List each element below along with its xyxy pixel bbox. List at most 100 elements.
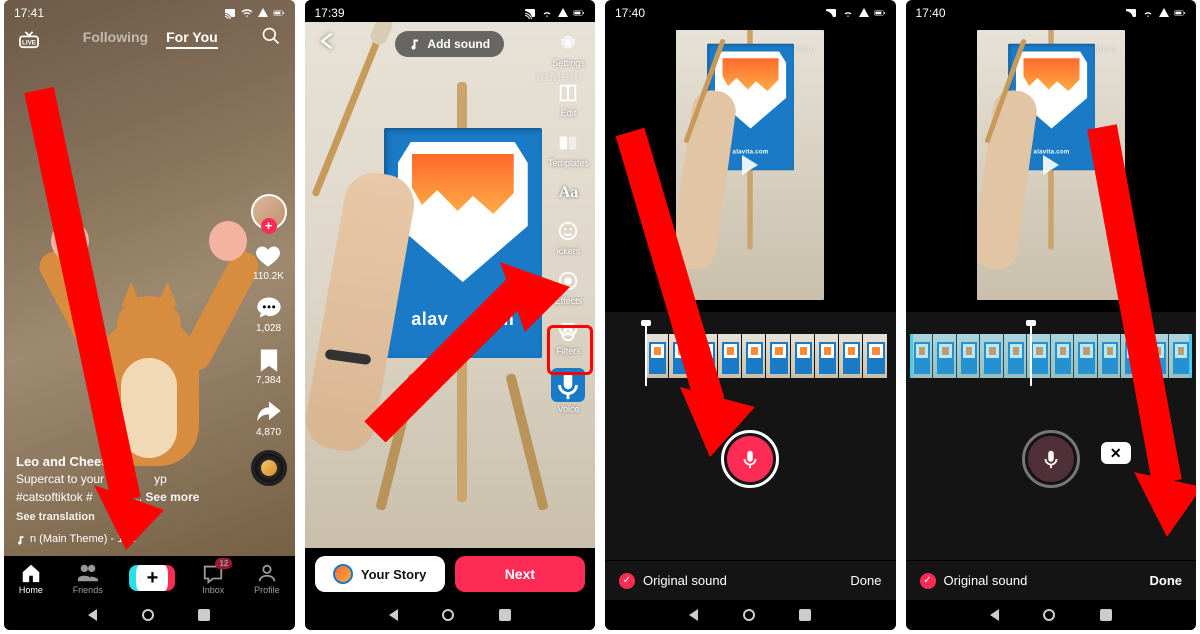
annotation-highlight [547,325,593,375]
your-story-button[interactable]: Your Story [315,556,445,592]
nav-recent[interactable] [499,609,511,621]
like-count: 110.2K [253,271,284,282]
live-icon[interactable]: LIVE [18,31,40,47]
tab-inbox[interactable]: Inbox 12 [202,562,224,595]
play-icon [1043,155,1059,175]
status-bar: 17:40 [906,0,1197,22]
record-button[interactable] [1022,430,1080,488]
see-more[interactable]: See more [145,490,199,504]
android-nav [4,600,295,630]
signal-icon [558,8,568,17]
like-button[interactable]: 110.2K [253,242,284,282]
status-bar: 17:40 [605,0,896,22]
wifi-icon [241,7,253,19]
check-icon: ✓ [619,573,635,589]
username[interactable]: Leo and Cheeto [16,453,215,472]
status-bar: 17:41 [4,0,295,22]
android-nav [605,600,896,630]
nav-home[interactable] [743,609,755,621]
signal-icon [258,8,268,17]
nav-back[interactable] [689,609,698,621]
battery-icon [874,7,886,19]
screen-editor: 17:39 Add sound inMelo a [305,0,596,630]
cast-icon [825,7,837,19]
tool-edit[interactable]: Edit [555,80,581,118]
nav-recent[interactable] [1100,609,1112,621]
comment-button[interactable]: 1,028 [255,294,283,334]
nav-back[interactable] [990,609,999,621]
tab-following[interactable]: Following [83,29,148,49]
wifi-icon [842,7,854,19]
back-button[interactable] [315,30,337,57]
original-sound-toggle[interactable]: ✓ Original sound [619,573,727,589]
tab-home[interactable]: Home [19,562,43,595]
tool-templates[interactable]: Templates [548,130,589,168]
next-button[interactable]: Next [455,556,585,592]
voice-editor: ✕ [906,312,1197,560]
record-button[interactable] [721,430,779,488]
author-avatar[interactable] [251,194,287,230]
tab-foryou[interactable]: For You [166,29,218,49]
timeline[interactable] [645,334,888,378]
screen-feed: 17:41 LIVE Following For You [4,0,295,630]
action-rail: 110.2K 1,028 7,384 4,870 [251,194,287,486]
caption[interactable]: Supercat to your res yp #catsoftiktok # … [16,471,215,506]
battery-icon [573,7,585,19]
android-nav [305,600,596,630]
tool-text[interactable]: Aa [555,180,581,206]
search-icon[interactable] [261,26,281,51]
clock: 17:40 [615,6,645,20]
video-feed-content[interactable]: 17:41 LIVE Following For You [4,0,295,556]
comment-count: 1,028 [256,323,281,334]
nav-home[interactable] [142,609,154,621]
preview-thumb[interactable]: inMelo alavita.com [676,30,824,300]
nav-back[interactable] [389,609,398,621]
done-button[interactable]: Done [850,573,881,588]
nav-home[interactable] [442,609,454,621]
battery-icon [273,7,285,19]
battery-icon [1174,7,1186,19]
svg-text:LIVE: LIVE [22,39,36,46]
clock: 17:41 [14,6,44,20]
nav-recent[interactable] [198,609,210,621]
video-preview: inMelo alavita.com [605,22,896,312]
clock: 17:40 [916,6,946,20]
save-button[interactable]: 7,384 [255,346,283,386]
status-bar: 17:39 [305,0,596,22]
voice-bottom-bar: ✓ Original sound Done [605,560,896,600]
sound-marquee[interactable]: n (Main Theme) - 101 [16,532,215,548]
video-preview: inMelo alavita.com [906,22,1197,312]
tab-friends[interactable]: Friends [73,562,103,595]
preview-thumb[interactable]: inMelo alavita.com [977,30,1125,300]
sound-disc[interactable] [251,450,287,486]
voice-editor [605,312,896,560]
editor-preview[interactable]: Add sound inMelo alav .com Settings Edit… [305,22,596,548]
check-icon: ✓ [920,573,936,589]
done-button[interactable]: Done [1150,573,1183,588]
story-icon [333,564,353,584]
original-sound-toggle[interactable]: ✓ Original sound [920,573,1028,589]
nav-home[interactable] [1043,609,1055,621]
add-sound-button[interactable]: Add sound [395,31,504,57]
play-icon [742,155,758,175]
wifi-icon [1142,7,1154,19]
undo-button[interactable]: ✕ [1101,442,1131,464]
nav-recent[interactable] [799,609,811,621]
bottom-tabbar: Home Friends + Inbox 12 Profile [4,556,295,600]
create-button[interactable]: + [132,565,172,591]
see-translation[interactable]: See translation [16,510,215,526]
tab-profile[interactable]: Profile [254,562,280,595]
save-count: 7,384 [256,375,281,386]
cast-icon [524,7,536,19]
nav-back[interactable] [88,609,97,621]
share-button[interactable]: 4,870 [255,398,283,438]
recorded-track[interactable] [910,334,1193,378]
playhead[interactable] [1030,326,1032,386]
share-count: 4,870 [256,427,281,438]
tool-stickers[interactable]: ickers [555,218,581,256]
tool-effects[interactable]: Effects [555,268,582,306]
screen-voice-done: 17:40 inMelo alavita.com [906,0,1197,630]
playhead[interactable] [645,326,647,386]
android-nav [906,600,1197,630]
video-content [69,236,229,466]
